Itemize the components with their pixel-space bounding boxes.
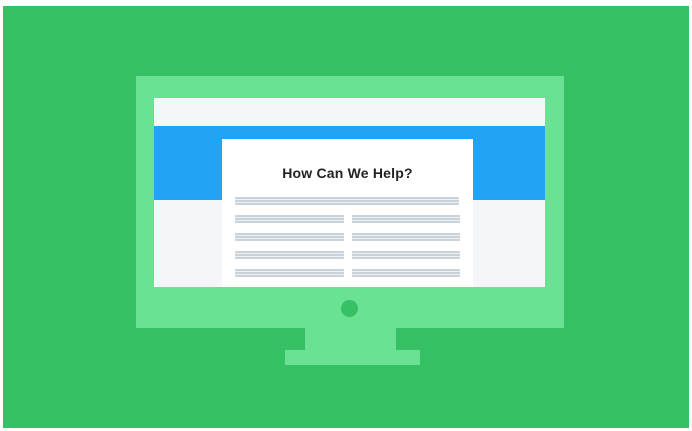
text-line-right: [352, 251, 460, 259]
monitor-base: [285, 350, 420, 365]
monitor-screen: How Can We Help?: [154, 98, 545, 287]
text-line-right: [352, 269, 460, 277]
card-title: How Can We Help?: [282, 165, 413, 181]
text-line-left: [235, 215, 344, 223]
text-line-left: [235, 251, 344, 259]
help-card: How Can We Help?: [222, 139, 473, 287]
power-button-icon: [341, 300, 358, 317]
text-line-full: [235, 197, 459, 205]
text-line-left: [235, 269, 344, 277]
text-line-left: [235, 233, 344, 241]
text-line-right: [352, 233, 460, 241]
text-line-right: [352, 215, 460, 223]
monitor-neck: [305, 328, 396, 351]
